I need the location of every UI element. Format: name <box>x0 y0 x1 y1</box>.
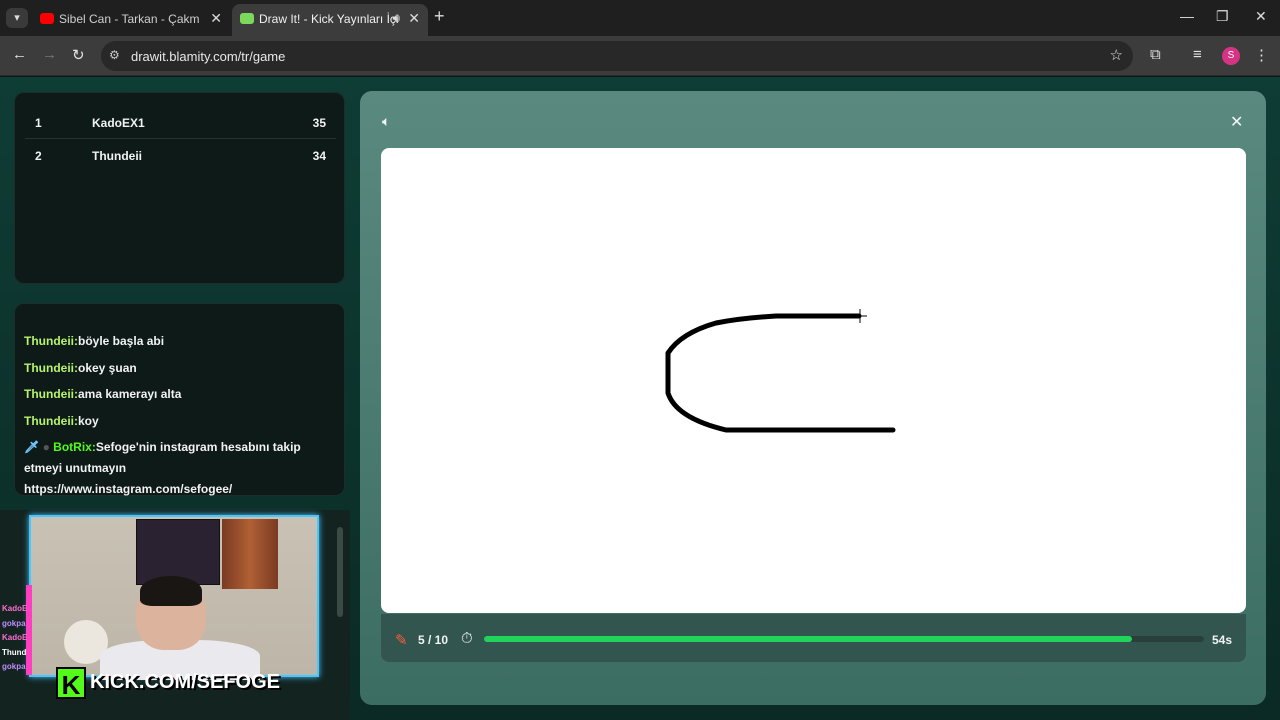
player-name: KadoEX1 <box>92 116 145 130</box>
address-bar-row: ← → ↻ ⚙ drawit.blamity.com/tr/game ☆ ⧉ ≡… <box>0 36 1280 76</box>
profile-avatar[interactable]: S <box>1222 47 1240 65</box>
sound-icon[interactable]: 🔈︎ <box>382 113 390 130</box>
forward-icon[interactable]: → <box>42 46 57 63</box>
youtube-icon <box>40 13 54 24</box>
timer-progress-bar <box>484 636 1204 642</box>
close-tab-icon[interactable]: ✕ <box>210 10 222 27</box>
mini-chat-line: KadoE <box>2 604 28 613</box>
player-name: Thundeii <box>92 149 142 163</box>
chat-panel: Thundeii:böyle başla abi Thundeii:okey ş… <box>14 303 345 496</box>
chat-username: Thundeii: <box>24 334 78 348</box>
time-left: 54s <box>1212 633 1233 647</box>
restore-icon[interactable]: ❐ <box>1216 8 1229 25</box>
chat-message: Thundeii:ama kamerayı alta <box>24 384 334 405</box>
chat-text: koy <box>78 414 99 428</box>
scrollbar-thumb[interactable] <box>337 527 343 617</box>
drawing-stroke <box>665 309 896 433</box>
pencil-icon: ✎ <box>395 632 408 649</box>
chat-username: Thundeii: <box>24 361 78 375</box>
close-window-icon[interactable]: ✕ <box>1255 8 1267 25</box>
reload-icon[interactable]: ↻ <box>72 46 85 64</box>
kick-logo-icon: K <box>56 667 86 700</box>
mini-chat-line: Thund <box>2 647 27 657</box>
webcam-scrollbar[interactable] <box>334 515 346 705</box>
tab-title: Draw It! - Kick Yayınları İçin <box>259 12 399 26</box>
bot-badge-icon: ● <box>42 440 50 454</box>
chat-username: BotRix: <box>53 440 96 454</box>
chat-text: böyle başla abi <box>78 334 165 348</box>
mini-chat-line: gokpa <box>2 662 26 671</box>
speaker-icon[interactable]: 🔊︎ <box>392 11 400 26</box>
browser-tab-bar: ▾ Sibel Can - Tarkan - Çakmak Ça ✕ Draw … <box>0 0 1280 36</box>
new-tab-icon[interactable]: + <box>434 6 445 27</box>
tab-title: Sibel Can - Tarkan - Çakmak Ça <box>59 12 199 26</box>
leaderboard-row: 2 Thundeii 34 <box>15 142 346 170</box>
close-tab-icon[interactable]: ✕ <box>408 10 420 27</box>
streamer-hair <box>140 576 202 606</box>
wall-poster <box>136 519 220 585</box>
tab-youtube[interactable]: Sibel Can - Tarkan - Çakmak Ça ✕ <box>32 4 230 36</box>
chat-username: Thundeii: <box>24 414 78 428</box>
player-score: 34 <box>312 149 326 163</box>
extensions-icon[interactable]: ⧉ <box>1150 46 1161 63</box>
back-icon[interactable]: ← <box>12 46 27 63</box>
timer-progress-fill <box>484 636 1132 642</box>
minimize-icon[interactable]: — <box>1180 8 1194 24</box>
rank: 1 <box>35 116 42 130</box>
omnibox[interactable]: ⚙ drawit.blamity.com/tr/game ☆ <box>101 41 1133 71</box>
timer-icon: ⏱ <box>461 630 473 647</box>
chat-username: Thundeii: <box>24 387 78 401</box>
rank: 2 <box>35 149 42 163</box>
round-counter: 5 / 10 <box>418 633 449 647</box>
sword-badge-icon: 🗡︎ <box>24 440 40 454</box>
chat-message: Thundeii:böyle başla abi <box>24 331 334 352</box>
leaderboard-panel: 1 KadoEX1 35 2 Thundeii 34 <box>14 92 345 284</box>
url-text[interactable]: drawit.blamity.com/tr/game <box>131 49 285 64</box>
leaderboard-row: 1 KadoEX1 35 <box>15 109 346 137</box>
crosshair-cursor-icon <box>853 309 867 323</box>
tab-search-button[interactable]: ▾ <box>6 8 28 28</box>
menu-icon[interactable]: ⋮ <box>1254 46 1269 64</box>
chat-message: Thundeii:koy <box>24 411 334 432</box>
close-game-icon[interactable]: ✕ <box>1230 112 1243 132</box>
drawing-canvas[interactable] <box>381 148 1246 613</box>
chat-text: ama kamerayı alta <box>78 387 182 401</box>
chat-message: Thundeii:okey şuan <box>24 358 334 379</box>
bookmark-star-icon[interactable]: ☆ <box>1110 46 1123 64</box>
tab-drawit[interactable]: Draw It! - Kick Yayınları İçin 🔊︎ ✕ <box>232 4 428 36</box>
chat-text: okey şuan <box>78 361 137 375</box>
mini-chat-line: KadoE <box>2 633 28 642</box>
media-control-icon[interactable]: ≡ <box>1193 46 1202 63</box>
player-score: 35 <box>312 116 326 130</box>
wall-rug <box>222 519 278 589</box>
divider <box>25 138 336 139</box>
chat-message: 🗡︎ ● BotRix:Sefoge'nin instagram hesabın… <box>24 437 334 500</box>
drawit-icon <box>240 13 254 24</box>
site-info-icon[interactable]: ⚙ <box>109 48 120 62</box>
mini-chat-overlay: KadoE gokpa KadoE Thund gokpa <box>2 602 28 675</box>
kick-banner-text: KICK.COM/SEFOGE <box>90 671 281 693</box>
mini-chat-line: gokpa <box>2 618 26 628</box>
